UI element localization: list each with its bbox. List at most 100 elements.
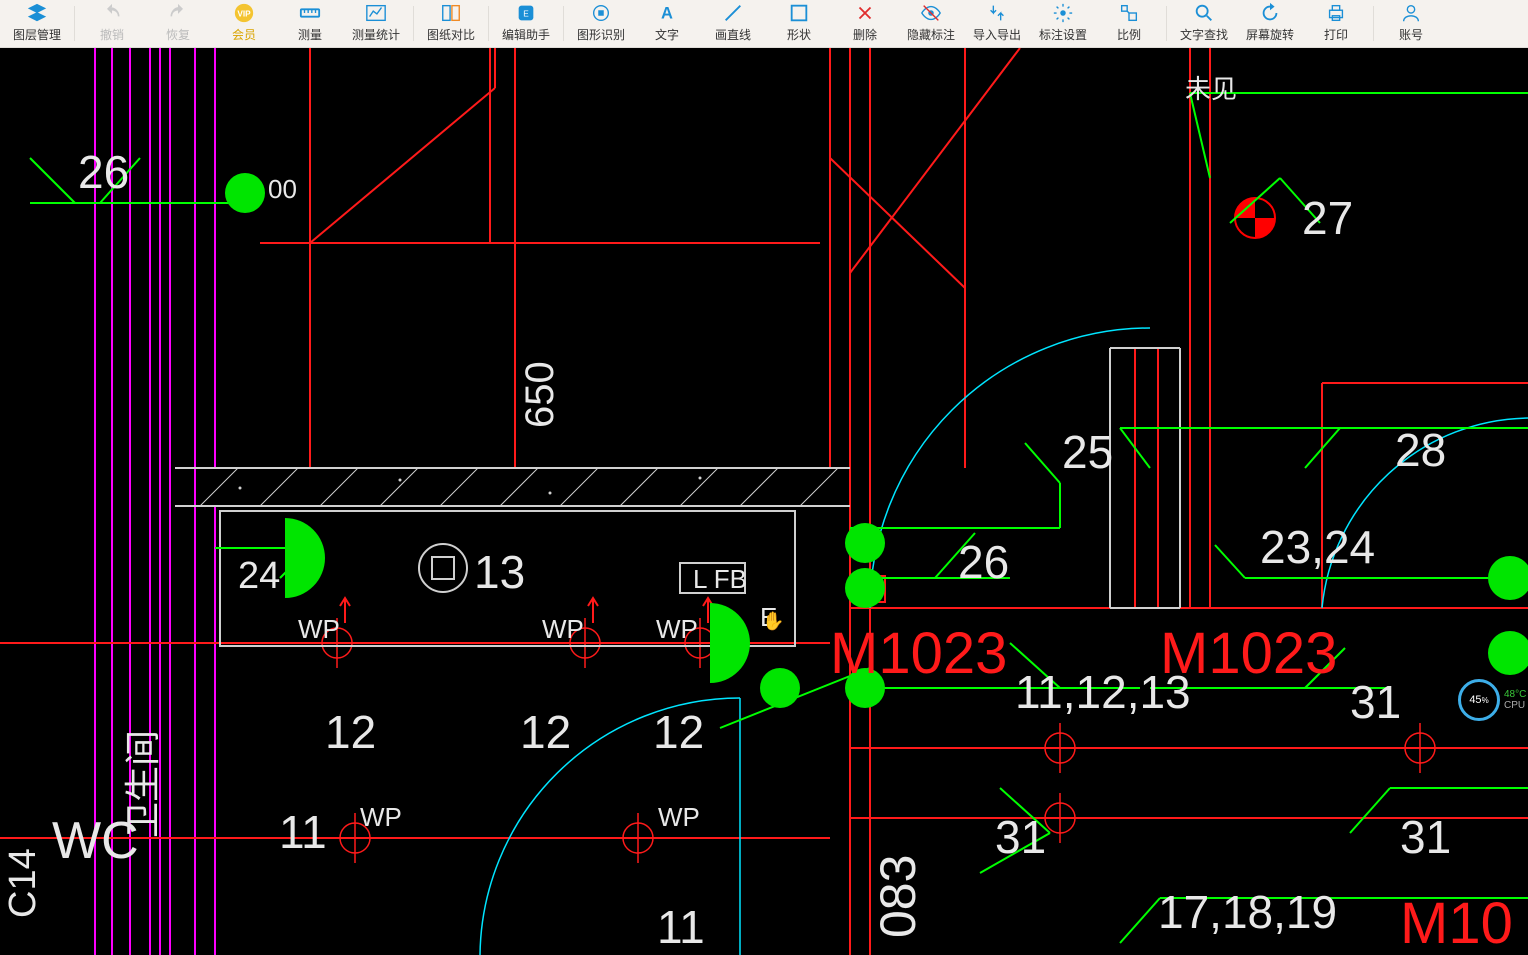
toolbar-separator [488, 6, 489, 41]
text-button[interactable]: A 文字 [634, 0, 700, 47]
system-overlay: 45% 48°C CPU [1456, 680, 1528, 720]
measure-icon [298, 2, 322, 24]
toolbar: 图层管理 撤销 恢复 VIP 会员 测量 测量统计 图纸对比 [0, 0, 1528, 48]
label-wp5: WP [658, 802, 700, 832]
label-wp1: WP [298, 614, 340, 644]
label-24: 24 [238, 555, 280, 597]
toolbar-label: 比例 [1117, 26, 1141, 43]
label-c14: C14 [2, 848, 44, 918]
shape-button[interactable]: 形状 [766, 0, 832, 47]
cpu-label: CPU [1504, 700, 1526, 711]
label-17-18-19: 17,18,19 [1158, 886, 1337, 938]
svg-text:VIP: VIP [237, 10, 251, 19]
cad-canvas[interactable]: 26 27 26 25 28 23,24 13 12 12 12 11 11 1… [0, 48, 1528, 955]
toolbar-label: 标注设置 [1039, 26, 1087, 43]
target-marker [1235, 198, 1275, 238]
account-button[interactable]: 账号 [1378, 0, 1444, 47]
label-m10: M10 [1400, 891, 1513, 955]
toolbar-separator [563, 6, 564, 41]
rotate-button[interactable]: 屏幕旋转 [1237, 0, 1303, 47]
edit-assist-icon: E [514, 2, 538, 24]
toolbar-label: 删除 [853, 26, 877, 43]
layer-manager-button[interactable]: 图层管理 [4, 0, 70, 47]
cpu-ring: 45% [1458, 679, 1500, 721]
import-export-button[interactable]: 导入导出 [964, 0, 1030, 47]
label-26b: 26 [958, 536, 1009, 588]
vip-button[interactable]: VIP 会员 [211, 0, 277, 47]
text-search-button[interactable]: 文字查找 [1171, 0, 1237, 47]
label-e: E [760, 602, 777, 632]
scale-icon [1117, 2, 1141, 24]
compare-button[interactable]: 图纸对比 [418, 0, 484, 47]
toolbar-label: 隐藏标注 [907, 26, 955, 43]
cpu-percent: 45 [1469, 694, 1481, 706]
io-icon [985, 2, 1009, 24]
label-31b: 31 [1350, 676, 1401, 728]
label-room: 卫生间 [122, 730, 163, 838]
text-icon: A [655, 2, 679, 24]
label-23-24: 23,24 [1260, 521, 1375, 573]
toolbar-label: 图形识别 [577, 26, 625, 43]
undo-icon [100, 2, 124, 24]
toolbar-label: 文字 [655, 26, 679, 43]
measure-stats-button[interactable]: 测量统计 [343, 0, 409, 47]
label-28: 28 [1395, 424, 1446, 476]
label-chinese-top: 未见 [1185, 74, 1237, 104]
label-26: 26 [78, 146, 129, 198]
account-icon [1399, 2, 1423, 24]
toolbar-label: 画直线 [715, 26, 751, 43]
shape-recog-button[interactable]: 图形识别 [568, 0, 634, 47]
edit-assist-button[interactable]: E 编辑助手 [493, 0, 559, 47]
cad-drawing: 26 27 26 25 28 23,24 13 12 12 12 11 11 1… [0, 48, 1528, 955]
toolbar-label: 账号 [1399, 26, 1423, 43]
line-button[interactable]: 画直线 [700, 0, 766, 47]
shape-recog-icon [589, 2, 613, 24]
toolbar-label: 撤销 [100, 26, 124, 43]
layers-icon [25, 2, 49, 24]
label-lfb: L FB [693, 564, 747, 594]
delete-icon [853, 2, 877, 24]
line-icon [721, 2, 745, 24]
label-31a: 31 [995, 811, 1046, 863]
undo-button[interactable]: 撤销 [79, 0, 145, 47]
toolbar-label: 文字查找 [1180, 26, 1228, 43]
toolbar-separator [1166, 6, 1167, 41]
measure-button[interactable]: 测量 [277, 0, 343, 47]
redo-button[interactable]: 恢复 [145, 0, 211, 47]
hide-annot-button[interactable]: 隐藏标注 [898, 0, 964, 47]
scale-button[interactable]: 比例 [1096, 0, 1162, 47]
svg-text:E: E [523, 10, 529, 19]
search-icon [1192, 2, 1216, 24]
toolbar-label: 恢复 [166, 26, 190, 43]
cpu-percent-suffix: % [1482, 696, 1489, 705]
toolbar-label: 屏幕旋转 [1246, 26, 1294, 43]
label-27: 27 [1302, 192, 1353, 244]
vip-icon: VIP [232, 2, 256, 24]
label-11b: 11 [657, 901, 705, 953]
label-650: 650 [518, 361, 562, 428]
toolbar-separator [74, 6, 75, 41]
toolbar-label: 图层管理 [13, 26, 61, 43]
label-11: 11 [279, 806, 327, 858]
toolbar-label: 导入导出 [973, 26, 1021, 43]
print-button[interactable]: 打印 [1303, 0, 1369, 47]
label-13: 13 [474, 546, 525, 598]
toolbar-label: 会员 [232, 26, 256, 43]
label-m1023a: M1023 [830, 621, 1007, 686]
toolbar-separator [413, 6, 414, 41]
toolbar-label: 编辑助手 [502, 26, 550, 43]
label-12b: 12 [520, 706, 571, 758]
measure-stats-icon [364, 2, 388, 24]
svg-text:A: A [661, 5, 673, 23]
rotate-icon [1258, 2, 1282, 24]
label-12a: 12 [325, 706, 376, 758]
delete-button[interactable]: 删除 [832, 0, 898, 47]
label-wp2: WP [542, 614, 584, 644]
annot-settings-button[interactable]: 标注设置 [1030, 0, 1096, 47]
compare-icon [439, 2, 463, 24]
toolbar-label: 测量 [298, 26, 322, 43]
toolbar-label: 形状 [787, 26, 811, 43]
toolbar-label: 测量统计 [352, 26, 400, 43]
shape-icon [787, 2, 811, 24]
label-m1023b: M1023 [1160, 621, 1337, 686]
